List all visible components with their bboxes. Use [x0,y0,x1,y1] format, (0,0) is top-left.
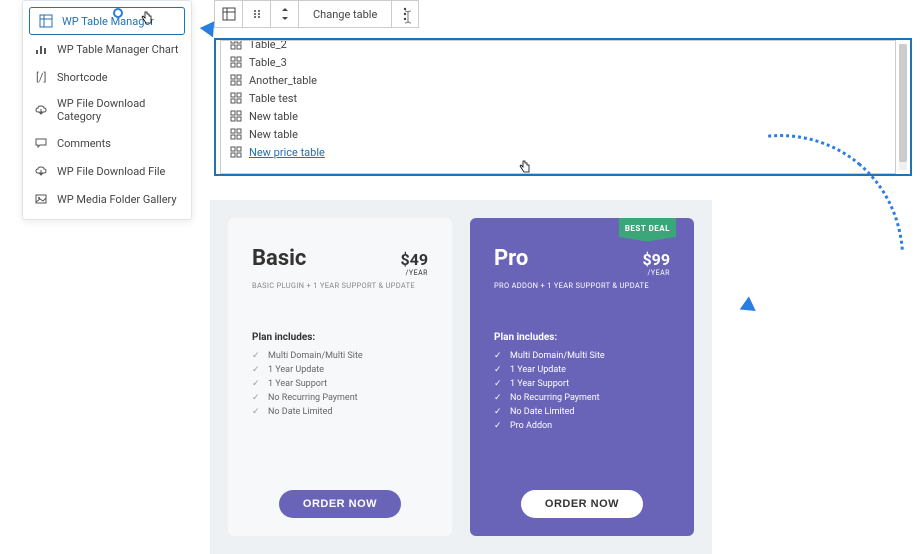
block-item-label: WP Media Folder Gallery [57,193,177,206]
dropdown-item-label: New price table [249,146,325,159]
grid-icon [229,109,243,123]
check-icon: ✓ [494,365,504,375]
check-icon: ✓ [494,407,504,417]
block-item-label: WP File Download File [57,165,165,178]
block-comments[interactable]: Comments [23,129,191,157]
plan-price: $99 /YEAR [642,250,670,277]
plan-price: $49 /YEAR [400,250,428,277]
check-icon: ✓ [494,393,504,403]
grid-icon [229,40,243,51]
feature-item: ✓Multi Domain/Multi Site [252,351,428,361]
table-option-table2[interactable]: Table_2 [221,40,895,53]
grid-icon [229,73,243,87]
svg-text:[/]: [/] [36,71,46,84]
feature-item: ✓1 Year Update [252,365,428,375]
block-toolbar: Change table [214,0,419,28]
feature-item: ✓1 Year Update [494,365,670,375]
plan-includes-label: Plan includes: [252,332,428,343]
check-icon: ✓ [252,351,262,361]
grid-icon [229,55,243,69]
check-icon: ✓ [252,407,262,417]
table-option-table3[interactable]: Table_3 [221,53,895,71]
dropdown-item-label: New table [249,128,298,141]
block-shortcode[interactable]: [/] Shortcode [23,63,191,91]
check-icon: ✓ [252,379,262,389]
cloud-icon [33,163,49,179]
cursor-hand-icon [519,160,531,174]
table-option-tabletest[interactable]: Table test [221,89,895,107]
check-icon: ✓ [494,351,504,361]
feature-item: ✓1 Year Support [252,379,428,389]
check-icon: ✓ [494,421,504,431]
grid-icon [229,145,243,159]
chart-icon [33,41,49,57]
pricing-card-pro: BEST DEAL Pro $99 /YEAR PRO ADDON + 1 YE… [470,218,694,536]
order-now-button[interactable]: ORDER NOW [279,490,401,518]
gallery-icon [33,191,49,207]
plan-subtitle: BASIC PLUGIN + 1 YEAR SUPPORT & UPDATE [252,281,428,290]
block-item-label: WP File Download Category [57,97,181,123]
block-wp-media-folder-gallery[interactable]: WP Media Folder Gallery [23,185,191,213]
feature-item: ✓No Date Limited [252,407,428,417]
plan-includes-label: Plan includes: [494,332,670,343]
change-table-label: Change table [313,8,377,21]
comments-icon [33,135,49,151]
feature-list: ✓Multi Domain/Multi Site ✓1 Year Update … [252,351,428,421]
dropdown-item-label: Another_table [249,74,317,87]
dropdown-item-label: Table test [249,92,297,105]
move-button[interactable] [271,1,299,27]
block-item-label: Comments [57,137,111,150]
block-wp-file-download-file[interactable]: WP File Download File [23,157,191,185]
plan-title: Basic [252,246,306,271]
check-icon: ✓ [252,365,262,375]
best-deal-badge: BEST DEAL [619,218,676,242]
change-table-button[interactable]: Change table [299,1,392,27]
feature-item: ✓No Recurring Payment [252,393,428,403]
plan-subtitle: PRO ADDON + 1 YEAR SUPPORT & UPDATE [494,281,670,290]
pricing-card-basic: Basic $49 /YEAR BASIC PLUGIN + 1 YEAR SU… [228,218,452,536]
block-item-label: Shortcode [57,71,108,84]
cloud-icon [33,102,49,118]
check-icon: ✓ [494,379,504,389]
block-wp-file-download-category[interactable]: WP File Download Category [23,91,191,129]
shortcode-icon: [/] [33,69,49,85]
check-icon: ✓ [252,393,262,403]
grid-icon [229,127,243,141]
table-option-newtable1[interactable]: New table [221,107,895,125]
drag-handle-button[interactable] [243,1,271,27]
plan-period: /YEAR [400,269,428,277]
scrollbar-thumb[interactable] [899,44,907,162]
dropdown-item-label: Table_3 [249,56,287,69]
order-now-button[interactable]: ORDER NOW [521,490,643,518]
dropdown-scrollbar[interactable] [899,44,907,170]
feature-item: ✓No Date Limited [494,407,670,417]
feature-item: ✓No Recurring Payment [494,393,670,403]
dropdown-item-label: New table [249,110,298,123]
grid-icon [229,91,243,105]
plan-title: Pro [494,246,528,271]
text-cursor-icon [404,10,412,24]
pricing-table-preview: Basic $49 /YEAR BASIC PLUGIN + 1 YEAR SU… [210,200,712,554]
dropdown-item-label: Table_2 [249,40,287,51]
table-icon [38,13,54,29]
feature-item: ✓Pro Addon [494,421,670,431]
table-option-another[interactable]: Another_table [221,71,895,89]
plan-period: /YEAR [642,269,670,277]
feature-item: ✓Multi Domain/Multi Site [494,351,670,361]
feature-list: ✓Multi Domain/Multi Site ✓1 Year Update … [494,351,670,435]
feature-item: ✓1 Year Support [494,379,670,389]
